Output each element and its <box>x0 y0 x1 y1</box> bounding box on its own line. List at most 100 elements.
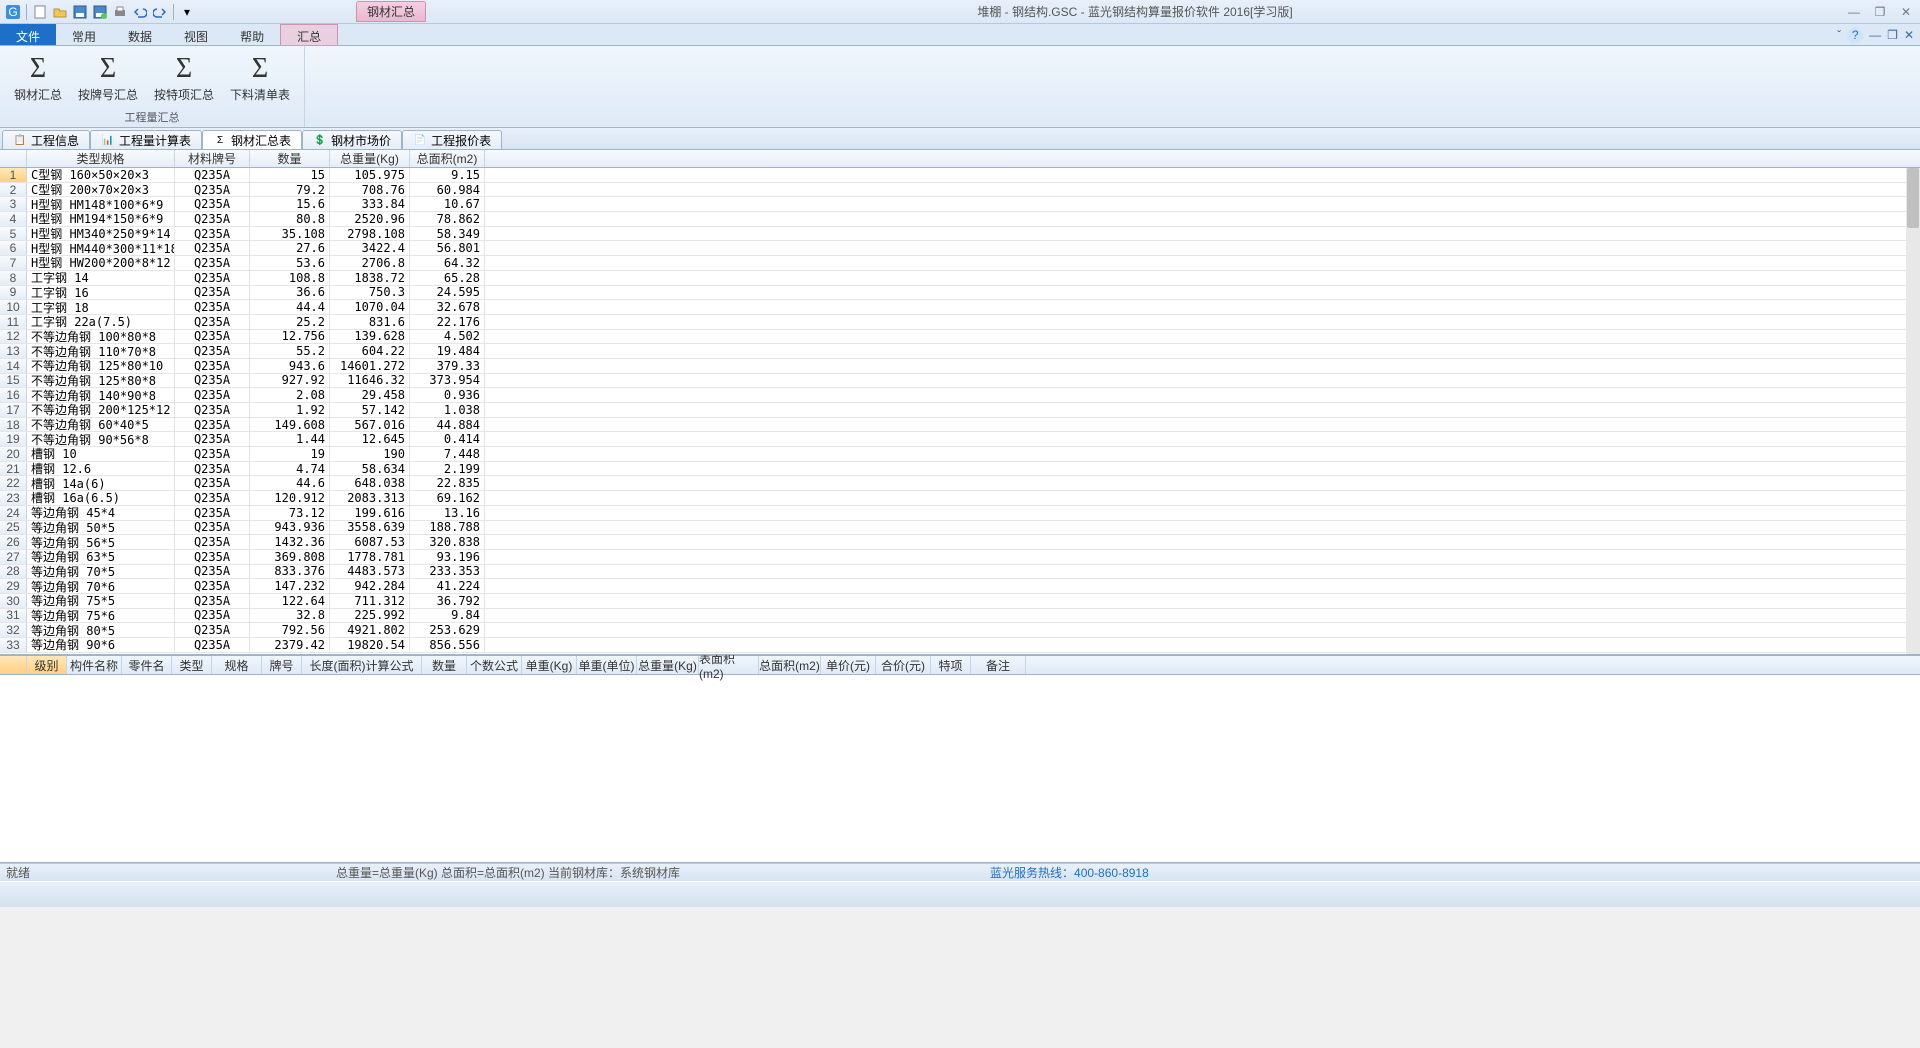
cell-material[interactable]: Q235A <box>175 183 250 197</box>
cell-area[interactable]: 233.353 <box>410 565 485 579</box>
cell-spec[interactable]: 不等边角钢 125*80*10 <box>27 359 175 373</box>
cell-area[interactable]: 4.502 <box>410 330 485 344</box>
cell-area[interactable]: 9.15 <box>410 168 485 182</box>
cell-spec[interactable]: 槽钢 12.6 <box>27 462 175 476</box>
cell-area[interactable]: 373.954 <box>410 374 485 388</box>
cell-qty[interactable]: 32.8 <box>250 609 330 623</box>
cell-spec[interactable]: H型钢 HM148*100*6*9 <box>27 197 175 211</box>
cell-weight[interactable]: 225.992 <box>330 609 410 623</box>
row-number[interactable]: 27 <box>0 550 27 564</box>
col-weight[interactable]: 总重量(Kg) <box>330 150 410 167</box>
tab-data[interactable]: 数据 <box>112 24 168 45</box>
table-row[interactable]: 14不等边角钢 125*80*10Q235A943.614601.272379.… <box>0 359 1920 374</box>
cell-weight[interactable]: 14601.272 <box>330 359 410 373</box>
table-row[interactable]: 3H型钢 HM148*100*6*9Q235A15.6333.8410.67 <box>0 197 1920 212</box>
cell-qty[interactable]: 44.6 <box>250 476 330 490</box>
cell-weight[interactable]: 2706.8 <box>330 256 410 270</box>
cell-area[interactable]: 856.556 <box>410 638 485 652</box>
cell-material[interactable]: Q235A <box>175 447 250 461</box>
cell-material[interactable]: Q235A <box>175 388 250 402</box>
cell-spec[interactable]: 工字钢 22a(7.5) <box>27 315 175 329</box>
row-number[interactable]: 1 <box>0 168 27 182</box>
cell-spec[interactable]: 不等边角钢 110*70*8 <box>27 344 175 358</box>
close-icon[interactable]: ✕ <box>1896 5 1916 19</box>
col-total-area[interactable]: 总面积(m2) <box>759 656 821 674</box>
col-count-formula[interactable]: 个数公式 <box>467 656 522 674</box>
cell-material[interactable]: Q235A <box>175 432 250 446</box>
cell-material[interactable]: Q235A <box>175 168 250 182</box>
table-row[interactable]: 9工字钢 16Q235A36.6750.324.595 <box>0 286 1920 301</box>
cell-material[interactable]: Q235A <box>175 535 250 549</box>
table-row[interactable]: 17不等边角钢 200*125*12Q235A1.9257.1421.038 <box>0 403 1920 418</box>
cell-weight[interactable]: 6087.53 <box>330 535 410 549</box>
cell-qty[interactable]: 80.8 <box>250 212 330 226</box>
cell-area[interactable]: 41.224 <box>410 579 485 593</box>
undo-icon[interactable] <box>131 3 149 21</box>
cell-material[interactable]: Q235A <box>175 403 250 417</box>
cell-spec[interactable]: H型钢 HW200*200*8*12 <box>27 256 175 270</box>
col-qty[interactable]: 数量 <box>250 150 330 167</box>
btn-grade-summary[interactable]: Σ按牌号汇总 <box>70 50 146 107</box>
cell-spec[interactable]: H型钢 HM194*150*6*9 <box>27 212 175 226</box>
cell-weight[interactable]: 567.016 <box>330 418 410 432</box>
cell-qty[interactable]: 15 <box>250 168 330 182</box>
cell-weight[interactable]: 831.6 <box>330 315 410 329</box>
btn-steel-summary[interactable]: Σ钢材汇总 <box>6 50 70 107</box>
tab-common[interactable]: 常用 <box>56 24 112 45</box>
cell-material[interactable]: Q235A <box>175 286 250 300</box>
row-number[interactable]: 9 <box>0 286 27 300</box>
cell-weight[interactable]: 58.634 <box>330 462 410 476</box>
cell-material[interactable]: Q235A <box>175 344 250 358</box>
cell-qty[interactable]: 149.608 <box>250 418 330 432</box>
col-spec2[interactable]: 规格 <box>212 656 262 674</box>
col-unit-wt[interactable]: 单重(Kg) <box>522 656 577 674</box>
open-icon[interactable] <box>51 3 69 21</box>
table-row[interactable]: 32等边角钢 80*5Q235A792.564921.802253.629 <box>0 623 1920 638</box>
cell-qty[interactable]: 1432.36 <box>250 535 330 549</box>
cell-spec[interactable]: 工字钢 14 <box>27 271 175 285</box>
row-number[interactable]: 18 <box>0 418 27 432</box>
table-row[interactable]: 2C型钢 200×70×20×3Q235A79.2708.7660.984 <box>0 183 1920 198</box>
cell-qty[interactable]: 19 <box>250 447 330 461</box>
cell-material[interactable]: Q235A <box>175 506 250 520</box>
saveas-icon[interactable] <box>91 3 109 21</box>
table-row[interactable]: 20槽钢 10Q235A191907.448 <box>0 447 1920 462</box>
tab-summary[interactable]: 汇总 <box>280 24 338 45</box>
row-number[interactable]: 24 <box>0 506 27 520</box>
cell-area[interactable]: 320.838 <box>410 535 485 549</box>
row-number[interactable]: 31 <box>0 609 27 623</box>
cell-qty[interactable]: 35.108 <box>250 227 330 241</box>
vertical-scrollbar[interactable] <box>1906 168 1920 654</box>
cell-area[interactable]: 7.448 <box>410 447 485 461</box>
cell-material[interactable]: Q235A <box>175 609 250 623</box>
cell-qty[interactable]: 4.74 <box>250 462 330 476</box>
row-number[interactable]: 12 <box>0 330 27 344</box>
cell-spec[interactable]: 槽钢 10 <box>27 447 175 461</box>
row-number[interactable]: 3 <box>0 197 27 211</box>
cell-weight[interactable]: 12.645 <box>330 432 410 446</box>
col-total-wt[interactable]: 总重量(Kg) <box>637 656 699 674</box>
cell-spec[interactable]: H型钢 HM340*250*9*14 <box>27 227 175 241</box>
col-area[interactable]: 总面积(m2) <box>410 150 485 167</box>
row-number[interactable]: 26 <box>0 535 27 549</box>
cell-qty[interactable]: 108.8 <box>250 271 330 285</box>
cell-spec[interactable]: 等边角钢 70*5 <box>27 565 175 579</box>
cell-spec[interactable]: 不等边角钢 60*40*5 <box>27 418 175 432</box>
cell-weight[interactable]: 750.3 <box>330 286 410 300</box>
cell-material[interactable]: Q235A <box>175 579 250 593</box>
cell-spec[interactable]: 等边角钢 90*6 <box>27 638 175 652</box>
row-number[interactable]: 23 <box>0 491 27 505</box>
row-number[interactable]: 4 <box>0 212 27 226</box>
col-grade[interactable]: 牌号 <box>262 656 302 674</box>
table-row[interactable]: 31等边角钢 75*6Q235A32.8225.9929.84 <box>0 609 1920 624</box>
cell-material[interactable]: Q235A <box>175 491 250 505</box>
cell-weight[interactable]: 19820.54 <box>330 638 410 652</box>
cell-area[interactable]: 19.484 <box>410 344 485 358</box>
col-level[interactable]: 级别 <box>27 656 67 674</box>
cell-qty[interactable]: 147.232 <box>250 579 330 593</box>
cell-weight[interactable]: 11646.32 <box>330 374 410 388</box>
table-row[interactable]: 6H型钢 HM440*300*11*18Q235A27.63422.456.80… <box>0 241 1920 256</box>
cell-area[interactable]: 56.801 <box>410 241 485 255</box>
doctab-steel-summary[interactable]: Σ钢材汇总表 <box>202 130 302 149</box>
save-icon[interactable] <box>71 3 89 21</box>
